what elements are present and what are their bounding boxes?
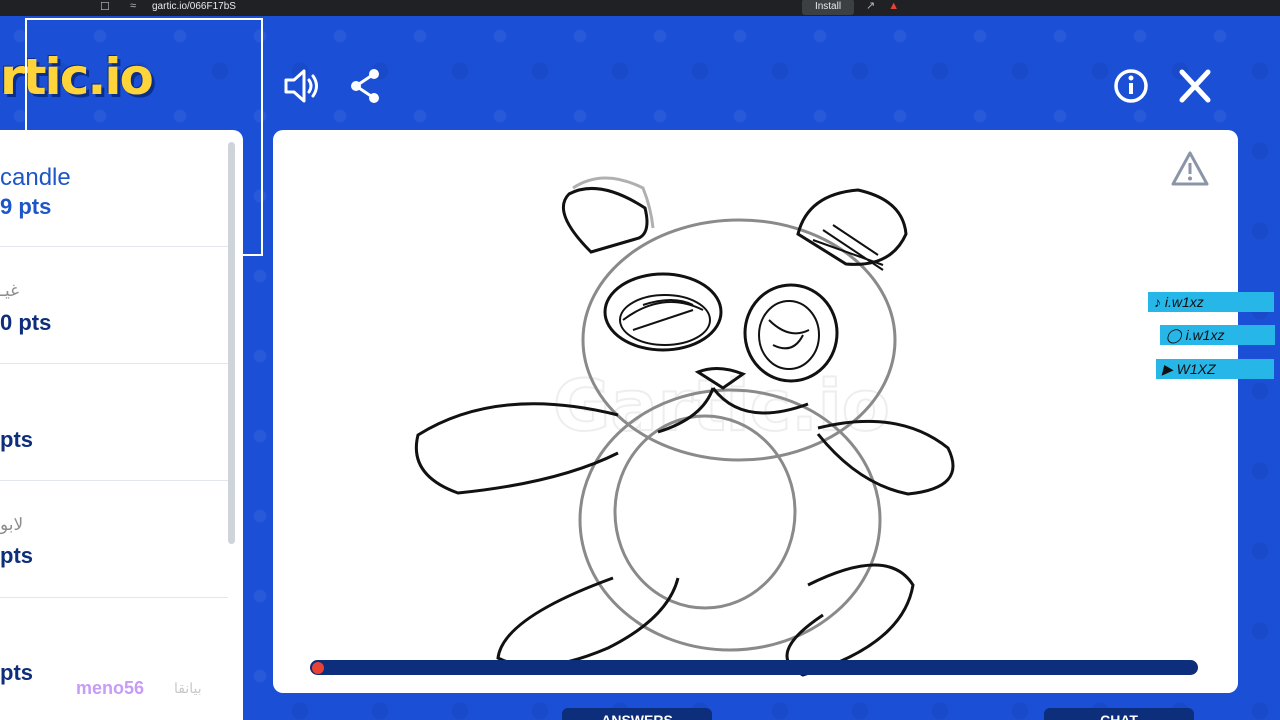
player-name: candle [0,164,71,191]
streamer-watermark-arabic: بيانقا [174,680,202,696]
player-name: غيـ [0,281,20,300]
instagram-handle-text: i.w1xz [1185,327,1225,343]
gartic-logo: rtic.io [0,48,154,106]
answers-tab[interactable]: ANSWERS [562,708,712,720]
chat-tab[interactable]: CHAT [1044,708,1194,720]
player-row[interactable]: غيـ 0 pts [0,247,228,364]
answers-tab-label: ANSWERS [601,712,673,720]
player-row[interactable]: pts [0,364,228,481]
install-button[interactable]: Install [802,0,854,15]
streamer-watermark: meno56 [76,678,145,698]
browser-extension-icons: ↗ ▲ [866,0,909,12]
browser-bar: ☐ ≈ gartic.io/066F17bS Install ↗ ▲ [0,0,1280,16]
player-row[interactable]: لابو pts [0,481,228,598]
player-points: pts [0,543,33,568]
share-page-icon[interactable]: ↗ [866,0,875,12]
timer-progress-bar [310,660,1198,675]
url-text[interactable]: gartic.io/066F17bS [152,1,236,12]
player-name: لابو [0,515,24,534]
youtube-icon: ▶ [1162,361,1173,377]
sound-icon[interactable] [282,66,322,106]
player-points: 0 pts [0,310,52,335]
install-label: Install [814,1,842,12]
bookmark-icon[interactable]: ☐ [100,0,110,13]
site-settings-icon[interactable]: ≈ [130,0,136,12]
instagram-icon: ◯ [1166,327,1182,343]
player-points: pts [0,427,33,452]
players-scrollbar[interactable] [228,142,235,544]
share-icon[interactable] [348,66,384,106]
player-points: 9 pts [0,194,52,219]
info-icon[interactable] [1112,66,1150,106]
timer-progress-fill [312,662,324,674]
warning-icon[interactable] [1170,150,1210,188]
player-points: pts [0,660,33,685]
close-icon[interactable] [1176,66,1214,106]
youtube-handle-text: W1XZ [1176,361,1216,377]
svg-text:Gartic.io: Gartic.io [553,365,890,447]
drawing-canvas[interactable]: Gartic.io [273,130,1238,693]
tiktok-handle-text: i.w1xz [1164,294,1204,310]
brave-shield-icon[interactable]: ▲ [888,0,899,12]
youtube-handle: ▶ W1XZ [1156,359,1274,379]
drawing-sketch: Gartic.io [414,176,955,677]
instagram-handle: ◯ i.w1xz [1160,325,1275,345]
tiktok-icon: ♪ [1154,294,1161,310]
tiktok-handle: ♪ i.w1xz [1148,292,1274,312]
player-row[interactable]: candle 9 pts [0,130,228,247]
chat-tab-label: CHAT [1100,712,1138,720]
